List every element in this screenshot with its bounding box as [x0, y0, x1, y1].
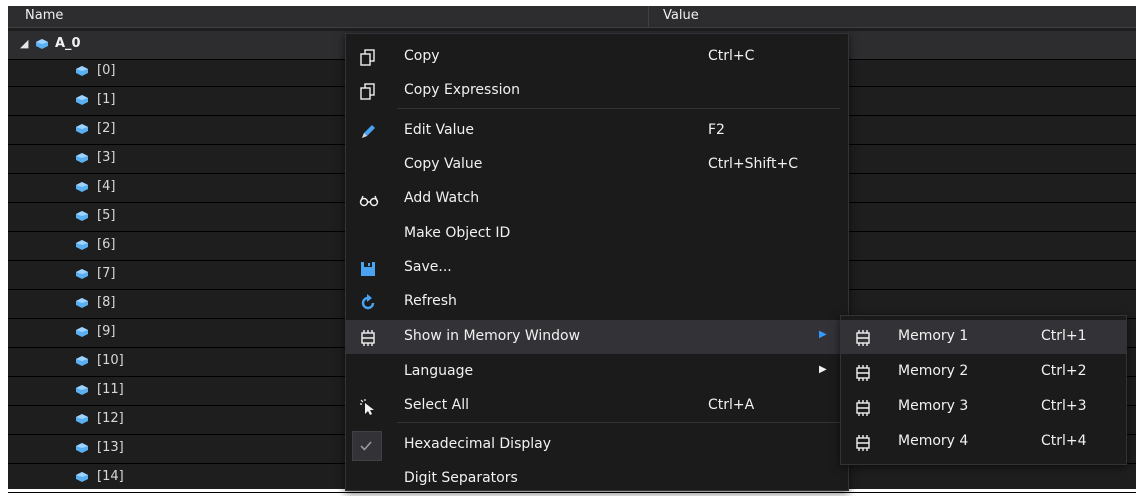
tree-row-label: [2] — [97, 121, 116, 136]
tree-row-label: [12] — [97, 411, 124, 426]
glasses-icon — [359, 191, 379, 209]
menu-item-add-watch[interactable]: Add Watch — [346, 182, 848, 216]
menu-item-shortcut: Ctrl+Shift+C — [708, 156, 798, 172]
tree-row-label: [9] — [97, 324, 116, 339]
menu-item-label: Select All — [404, 397, 469, 413]
field-gem-icon — [76, 182, 88, 192]
field-gem-icon — [76, 385, 88, 395]
field-gem-icon — [76, 95, 88, 105]
tree-row-label: [7] — [97, 266, 116, 281]
field-gem-icon — [76, 269, 88, 279]
menu-item-label: Digit Separators — [404, 470, 518, 486]
menu-separator — [397, 108, 840, 109]
submenu-item-label: Memory 1 — [898, 328, 969, 344]
menu-item-shortcut: Ctrl+A — [708, 397, 755, 413]
field-gem-icon — [76, 124, 88, 134]
tree-row-label: [3] — [97, 150, 116, 165]
tree-row-label: [0] — [97, 63, 116, 78]
menu-item-language[interactable]: Language ▶ — [346, 355, 848, 389]
field-gem-icon — [76, 211, 88, 221]
submenu-item-memory-2[interactable]: Memory 2 Ctrl+2 — [841, 355, 1126, 389]
memory-chip-icon — [854, 329, 872, 347]
menu-separator — [397, 422, 840, 423]
menu-item-hexadecimal-display[interactable]: Hexadecimal Display — [346, 428, 848, 462]
memory-submenu: Memory 1 Ctrl+1 Memory 2 Ctrl+2 Memory 3 Ctrl… — [840, 315, 1127, 465]
menu-item-label: Copy — [404, 48, 440, 64]
submenu-item-memory-3[interactable]: Memory 3 Ctrl+3 — [841, 390, 1126, 424]
memory-chip-icon — [854, 434, 872, 452]
field-gem-icon — [76, 472, 88, 482]
menu-item-show-in-memory-window[interactable]: Show in Memory Window ▶ — [346, 320, 848, 354]
menu-item-label: Copy Expression — [404, 82, 520, 98]
menu-item-shortcut: F2 — [708, 122, 725, 138]
tree-row-label: [8] — [97, 295, 116, 310]
submenu-item-label: Memory 4 — [898, 433, 969, 449]
tree-row-label: [4] — [97, 179, 116, 194]
menu-item-label: Copy Value — [404, 156, 483, 172]
menu-item-label: Hexadecimal Display — [404, 436, 552, 452]
field-gem-icon — [76, 443, 88, 453]
tree-row-label: [5] — [97, 208, 116, 223]
menu-item-make-object-id[interactable]: Make Object ID — [346, 217, 848, 251]
menu-item-label: Add Watch — [404, 190, 480, 206]
tree-row-label: A_0 — [55, 36, 81, 51]
memory-chip-icon — [359, 329, 377, 347]
menu-item-refresh[interactable]: Refresh — [346, 285, 848, 319]
field-gem-icon — [76, 298, 88, 308]
tree-row-label: [1] — [97, 92, 116, 107]
refresh-icon — [359, 294, 377, 312]
field-gem-icon — [36, 39, 48, 49]
menu-item-label: Refresh — [404, 293, 457, 309]
tree-row-label: [10] — [97, 353, 124, 368]
tree-row-label: [11] — [97, 382, 124, 397]
menu-item-label: Edit Value — [404, 122, 475, 138]
menu-item-edit-value[interactable]: Edit Value F2 — [346, 114, 848, 148]
field-gem-icon — [76, 414, 88, 424]
submenu-item-label: Memory 2 — [898, 363, 969, 379]
grid-header: Name Value — [8, 6, 1136, 28]
menu-item-select-all[interactable]: Select All Ctrl+A — [346, 389, 848, 423]
select-all-icon — [359, 398, 377, 416]
collapse-triangle-icon[interactable]: ◢ — [20, 37, 28, 50]
field-gem-icon — [76, 240, 88, 250]
field-gem-icon — [76, 327, 88, 337]
menu-item-save[interactable]: Save... — [346, 251, 848, 285]
tree-row-label: [13] — [97, 440, 124, 455]
field-gem-icon — [76, 66, 88, 76]
memory-chip-icon — [854, 399, 872, 417]
menu-item-copy-value[interactable]: Copy Value Ctrl+Shift+C — [346, 148, 848, 182]
menu-item-label: Save... — [404, 259, 452, 275]
memory-chip-icon — [854, 364, 872, 382]
menu-item-copy[interactable]: Copy Ctrl+C — [346, 40, 848, 74]
submenu-item-shortcut: Ctrl+1 — [1041, 328, 1087, 344]
copy-icon — [359, 83, 377, 101]
field-gem-icon — [76, 356, 88, 366]
checkmark-icon — [357, 437, 375, 455]
menu-item-digit-separators[interactable]: Digit Separators — [346, 462, 848, 496]
menu-item-label: Make Object ID — [404, 225, 511, 241]
submenu-item-memory-1[interactable]: Memory 1 Ctrl+1 — [841, 320, 1126, 354]
menu-item-copy-expression[interactable]: Copy Expression — [346, 74, 848, 108]
menu-item-label: Language — [404, 363, 474, 379]
submenu-item-shortcut: Ctrl+3 — [1041, 398, 1087, 414]
submenu-arrow-icon: ▶ — [819, 329, 827, 340]
submenu-item-label: Memory 3 — [898, 398, 969, 414]
tree-row-label: [14] — [97, 469, 124, 484]
menu-item-label: Show in Memory Window — [404, 328, 581, 344]
save-icon — [359, 260, 377, 278]
value-column-header[interactable]: Value — [663, 8, 699, 23]
menu-item-shortcut: Ctrl+C — [708, 48, 755, 64]
name-column-header[interactable]: Name — [25, 8, 63, 23]
context-menu: Copy Ctrl+C Copy Expression Edit Value F2 Cop… — [345, 33, 849, 491]
submenu-item-memory-4[interactable]: Memory 4 Ctrl+4 — [841, 425, 1126, 459]
tree-row-label: [6] — [97, 237, 116, 252]
column-splitter[interactable] — [648, 6, 649, 27]
submenu-arrow-icon: ▶ — [819, 364, 827, 375]
submenu-item-shortcut: Ctrl+4 — [1041, 433, 1087, 449]
pencil-icon — [359, 123, 377, 141]
submenu-item-shortcut: Ctrl+2 — [1041, 363, 1087, 379]
copy-icon — [359, 49, 377, 67]
field-gem-icon — [76, 153, 88, 163]
